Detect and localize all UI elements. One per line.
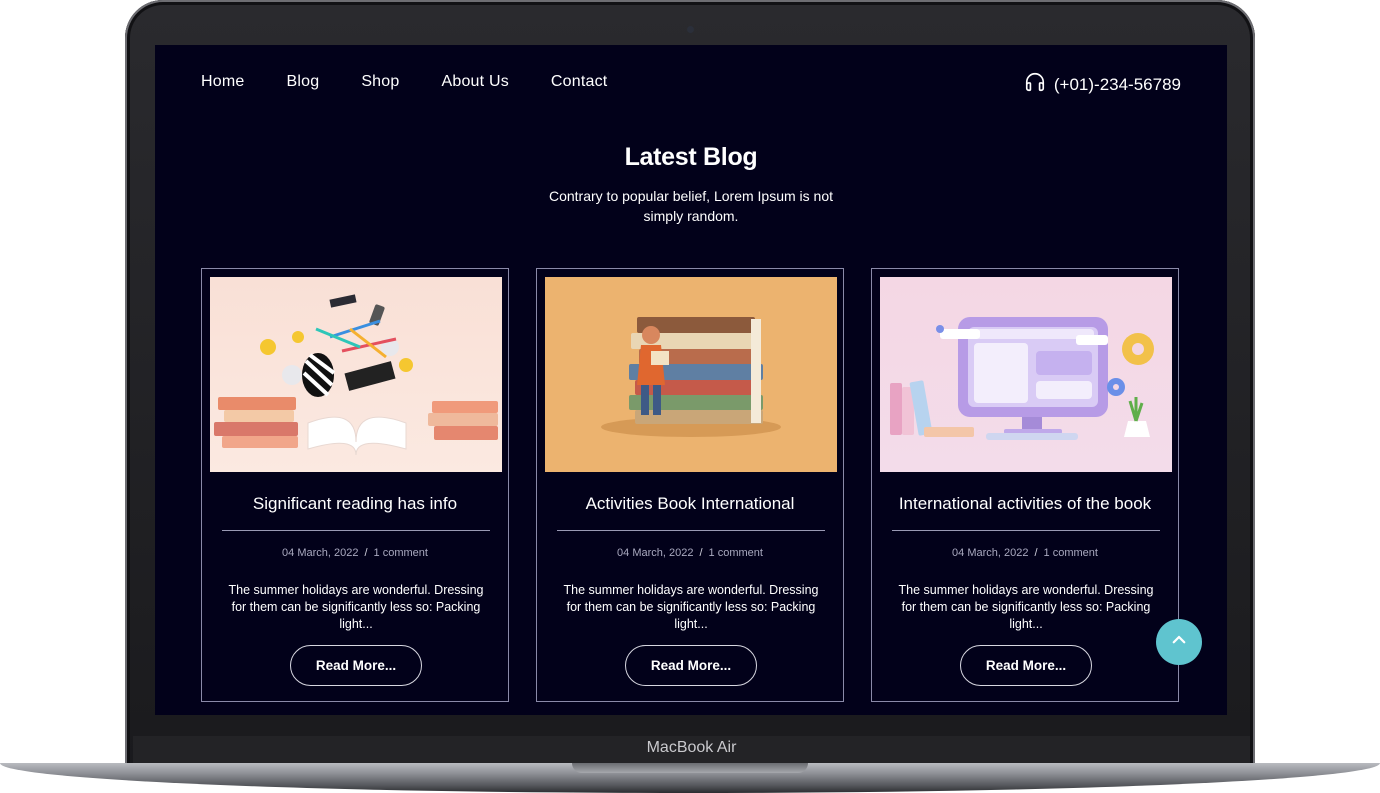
- scroll-to-top-button[interactable]: [1156, 619, 1202, 665]
- blog-card-image-computer[interactable]: [880, 277, 1172, 472]
- blog-card: International activities of the book 04 …: [871, 268, 1179, 702]
- blog-card-meta: 04 March, 2022 / 1 comment: [202, 547, 508, 559]
- blog-card-excerpt: The summer holidays are wonderful. Dress…: [228, 583, 484, 631]
- nav-item-home[interactable]: Home: [201, 73, 244, 91]
- nav-item-blog[interactable]: Blog: [286, 73, 319, 91]
- divider: [557, 530, 825, 531]
- camera-icon: [687, 26, 694, 33]
- read-more-button[interactable]: Read More...: [290, 645, 422, 686]
- comment-count[interactable]: 1 comment: [709, 547, 763, 559]
- section-subtitle: Contrary to popular belief, Lorem Ipsum …: [548, 188, 834, 224]
- device-brand-label: MacBook Air: [646, 739, 737, 756]
- blog-card-meta: 04 March, 2022 / 1 comment: [537, 547, 843, 559]
- meta-separator: /: [1034, 547, 1038, 559]
- read-more-button[interactable]: Read More...: [960, 645, 1092, 686]
- comment-count[interactable]: 1 comment: [374, 547, 428, 559]
- blog-card: Significant reading has info 04 March, 2…: [201, 268, 509, 702]
- post-date: 04 March, 2022: [282, 547, 359, 559]
- blog-card-excerpt: The summer holidays are wonderful. Dress…: [563, 583, 819, 631]
- main-nav: Home Blog Shop About Us Contact: [201, 73, 607, 91]
- divider: [222, 530, 490, 531]
- post-date: 04 March, 2022: [617, 547, 694, 559]
- screen: Home Blog Shop About Us Contact (+01)-23…: [155, 45, 1227, 715]
- laptop-notch: [572, 763, 808, 773]
- nav-item-contact[interactable]: Contact: [551, 73, 608, 91]
- post-date: 04 March, 2022: [952, 547, 1029, 559]
- read-more-button[interactable]: Read More...: [625, 645, 757, 686]
- blog-card-title[interactable]: International activities of the book: [872, 494, 1178, 514]
- blog-card-title[interactable]: Significant reading has info: [202, 494, 508, 514]
- chevron-up-icon: [1170, 631, 1188, 654]
- meta-separator: /: [364, 547, 368, 559]
- blog-card-meta: 04 March, 2022 / 1 comment: [872, 547, 1178, 559]
- nav-item-about-us[interactable]: About Us: [441, 73, 508, 91]
- blog-card-image-book-stack[interactable]: [545, 277, 837, 472]
- blog-card-image-books[interactable]: [210, 277, 502, 472]
- nav-item-shop[interactable]: Shop: [361, 73, 399, 91]
- divider: [892, 530, 1160, 531]
- section-title: Latest Blog: [624, 143, 758, 171]
- blog-card-excerpt: The summer holidays are wonderful. Dress…: [898, 583, 1154, 631]
- blog-card-title[interactable]: Activities Book International: [537, 494, 843, 514]
- phone-number: (+01)-234-56789: [1053, 74, 1181, 94]
- comment-count[interactable]: 1 comment: [1044, 547, 1098, 559]
- headphones-icon: [1024, 71, 1046, 98]
- meta-separator: /: [699, 547, 703, 559]
- blog-card: Activities Book International 04 March, …: [536, 268, 844, 702]
- phone-contact[interactable]: (+01)-234-56789: [1024, 71, 1181, 98]
